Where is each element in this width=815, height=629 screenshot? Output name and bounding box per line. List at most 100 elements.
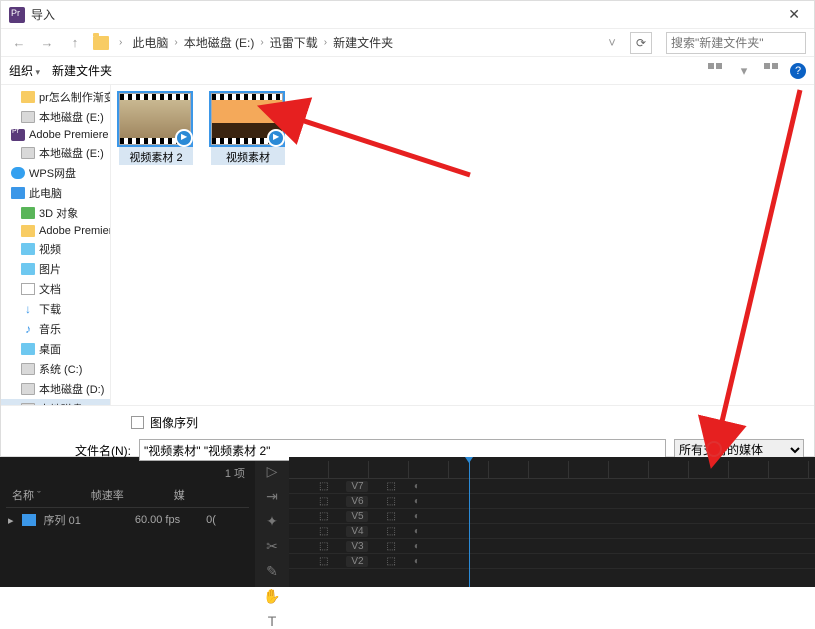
music-icon: ♪ [21,323,35,335]
track-toggle-icon[interactable]: ⬚ [319,496,328,507]
ripple-tool-icon[interactable]: ✦ [266,513,278,530]
sidebar-item-label: 下载 [39,301,61,317]
timeline-panel[interactable]: ⬚V7⬚◐⬚V6⬚◐⬚V5⬚◐⬚V4⬚◐⬚V3⬚◐⬚V2⬚◐ [289,457,815,587]
breadcrumb-part[interactable]: 此电脑 [132,34,168,51]
track-lock-icon[interactable]: ⬚ [386,541,395,552]
drive-icon [21,383,35,395]
sidebar-item[interactable]: WPS网盘 [1,163,110,183]
breadcrumb-dropdown-icon[interactable]: ˅ [602,33,622,53]
drive-icon [21,147,35,159]
video-track[interactable]: ⬚V6⬚◐ [289,494,815,509]
sidebar-item[interactable]: Adobe Premiere [1,223,110,239]
folder-icon [21,91,35,103]
help-icon[interactable]: ? [790,63,806,79]
track-visibility-icon[interactable]: ◐ [414,541,420,552]
track-visibility-icon[interactable]: ◐ [414,481,420,492]
organize-dropdown[interactable]: 组织 [9,62,40,79]
sidebar-item[interactable]: 3D 对象 [1,203,110,223]
playhead[interactable] [469,461,470,587]
sidebar-item[interactable]: 系统 (C:) [1,359,110,379]
file-thumbnail [211,93,283,145]
close-icon[interactable]: ✕ [782,6,806,23]
hand-tool-icon[interactable]: ✋ [263,588,280,605]
video-track[interactable]: ⬚V7⬚◐ [289,479,815,494]
sidebar-item-label: 音乐 [39,321,61,337]
chevron-right-icon: › [174,37,177,48]
sidebar-item[interactable]: ♪ 音乐 [1,319,110,339]
project-item[interactable]: ▸ 序列 01 60.00 fps 0( [6,508,249,532]
import-dialog: 导入 ✕ ← → ↑ › 此电脑› 本地磁盘 (E:)› 迅雷下载› 新建文件夹… [0,0,815,457]
sidebar-item[interactable]: 本地磁盘 (E:) [1,399,110,405]
file-item[interactable]: 视频素材 [211,93,285,165]
view-mode-icon[interactable] [708,63,724,79]
chevron-right-icon: › [324,37,327,48]
refresh-icon[interactable]: ⟳ [630,32,652,54]
media-badge-icon [175,129,193,147]
nav-forward-icon[interactable]: → [37,33,57,53]
media-badge-icon [267,129,285,147]
track-visibility-icon[interactable]: ◐ [414,496,420,507]
preview-pane-icon[interactable] [764,63,780,79]
search-input[interactable] [666,32,806,54]
track-name: V5 [346,511,368,522]
track-toggle-icon[interactable]: ⬚ [319,526,328,537]
track-lock-icon[interactable]: ⬚ [386,511,395,522]
doc2-icon [21,263,35,275]
track-toggle-icon[interactable]: ⬚ [319,541,328,552]
track-toggle-icon[interactable]: ⬚ [319,481,328,492]
breadcrumb-part[interactable]: 新建文件夹 [333,34,393,51]
track-visibility-icon[interactable]: ◐ [414,526,420,537]
razor-tool-icon[interactable]: ✂ [266,538,278,555]
sidebar-item-label: 文档 [39,281,61,297]
track-toggle-icon[interactable]: ⬚ [319,511,328,522]
sidebar-item-label: 此电脑 [29,185,62,201]
image-sequence-checkbox[interactable] [131,416,144,429]
nav-back-icon[interactable]: ← [9,33,29,53]
navbar: ← → ↑ › 此电脑› 本地磁盘 (E:)› 迅雷下载› 新建文件夹 ˅ ⟳ [1,29,814,57]
video-track[interactable]: ⬚V2⬚◐ [289,554,815,569]
time-ruler[interactable] [289,461,815,479]
sequence-icon [22,514,36,526]
track-visibility-icon[interactable]: ◐ [414,511,420,522]
track-lock-icon[interactable]: ⬚ [386,526,395,537]
file-item[interactable]: 视频素材 2 [119,93,193,165]
video-track[interactable]: ⬚V3⬚◐ [289,539,815,554]
sidebar-item[interactable]: 图片 [1,259,110,279]
sidebar-item-label: 桌面 [39,341,61,357]
new-folder-button[interactable]: 新建文件夹 [52,62,112,79]
sidebar-item[interactable]: 此电脑 [1,183,110,203]
track-lock-icon[interactable]: ⬚ [386,556,395,567]
sidebar-item[interactable]: Adobe Premiere [1,127,110,143]
sidebar-item[interactable]: 视频 [1,239,110,259]
track-visibility-icon[interactable]: ◐ [414,556,420,567]
type-tool-icon[interactable]: T [268,613,277,629]
sidebar-item[interactable]: ↓下载 [1,299,110,319]
sidebar-item-label: 图片 [39,261,61,277]
breadcrumb[interactable]: 此电脑› 本地磁盘 (E:)› 迅雷下载› 新建文件夹 [132,34,594,51]
breadcrumb-part[interactable]: 迅雷下载 [270,34,318,51]
track-toggle-icon[interactable]: ⬚ [319,556,328,567]
track-lock-icon[interactable]: ⬚ [386,496,395,507]
expand-icon[interactable]: ▸ [8,514,14,527]
sidebar-item-label: Adobe Premiere [39,225,111,237]
chevron-right-icon: › [119,37,122,48]
sidebar-item-label: WPS网盘 [29,165,76,181]
video-track[interactable]: ⬚ V5 ⬚ ◐ [289,509,815,524]
premiere-icon [9,7,25,23]
sidebar-item[interactable]: 本地磁盘 (E:) [1,107,110,127]
video-track[interactable]: ⬚V4⬚◐ [289,524,815,539]
sidebar-item[interactable]: 本地磁盘 (E:) [1,143,110,163]
sidebar-item[interactable]: pr怎么制作渐变 [1,87,110,107]
titlebar: 导入 ✕ [1,1,814,29]
nav-up-icon[interactable]: ↑ [65,33,85,53]
pen-tool-icon[interactable]: ✎ [266,563,278,580]
track-lock-icon[interactable]: ⬚ [386,481,395,492]
sidebar-item[interactable]: 文档 [1,279,110,299]
sidebar-item[interactable]: 本地磁盘 (D:) [1,379,110,399]
view-dropdown-icon[interactable]: ▾ [734,61,754,81]
drive-icon [21,111,35,123]
breadcrumb-part[interactable]: 本地磁盘 (E:) [184,34,255,51]
folder-icon [93,36,109,50]
sidebar-item[interactable]: 桌面 [1,339,110,359]
sidebar-item-label: 系统 (C:) [39,361,82,377]
